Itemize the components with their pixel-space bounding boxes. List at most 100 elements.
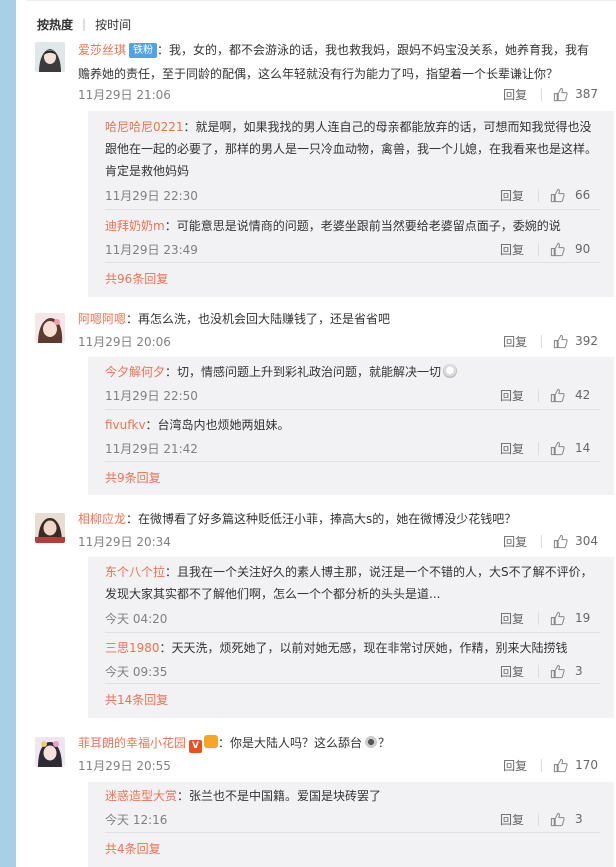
divider <box>105 683 600 684</box>
reply-meta: 11月29日 22:30 回复 66 <box>105 185 600 205</box>
reply-button[interactable]: 回复 <box>503 86 527 103</box>
reply-button[interactable]: 回复 <box>500 387 524 404</box>
comment-username[interactable]: 爱莎丝琪 <box>78 43 126 57</box>
reply-button[interactable]: 回复 <box>503 533 527 550</box>
divider <box>538 812 539 826</box>
reply-text: 迷惑造型大赏：张兰也不是中国籍。爱国是块砖罢了 <box>105 785 600 807</box>
reply-time: 今天 04:20 <box>105 611 168 626</box>
emoji-icon <box>443 364 458 378</box>
reply-meta: 11月29日 22:50 回复 42 <box>105 385 600 405</box>
like-count: 14 <box>575 441 591 455</box>
reply-username[interactable]: fivufkv <box>105 418 146 432</box>
reply-button[interactable]: 回复 <box>503 333 527 350</box>
like-button[interactable]: 66 <box>550 188 600 203</box>
comment-username[interactable]: 相柳应龙 <box>78 512 126 526</box>
thumbs-up-icon <box>550 388 565 402</box>
reply-button[interactable]: 回复 <box>500 811 524 828</box>
divider <box>105 632 600 633</box>
like-button[interactable]: 19 <box>550 611 600 626</box>
reply-username[interactable]: 东个八个拉 <box>105 565 165 579</box>
like-button[interactable]: 90 <box>550 242 600 257</box>
divider <box>538 388 539 402</box>
reply-username[interactable]: 今夕解何夕 <box>105 365 165 379</box>
comment-content: ：再怎么洗，也没机会回大陆赚钱了，还是省省吧 <box>126 312 391 326</box>
reply-username[interactable]: 迪拜奶奶m <box>105 219 165 233</box>
divider <box>105 409 600 410</box>
like-button[interactable]: 42 <box>550 388 600 403</box>
divider <box>26 0 616 1</box>
divider <box>105 461 600 462</box>
avatar[interactable] <box>35 42 65 72</box>
reply-time: 11月29日 22:30 <box>105 188 198 203</box>
sort-by-time-tab[interactable]: 按时间 <box>95 16 131 33</box>
reply-time: 11月29日 23:49 <box>105 242 198 257</box>
reply-time: 11月29日 21:42 <box>105 441 198 456</box>
comment-username[interactable]: 阿嗯阿嗯 <box>78 312 126 326</box>
reply-time: 今天 09:35 <box>105 664 168 679</box>
reply-button[interactable]: 回复 <box>500 663 524 680</box>
more-replies-link[interactable]: 共9条回复 <box>105 469 161 486</box>
comment-meta: 11月29日 20:06 回复 392 <box>78 331 598 351</box>
divider <box>538 242 539 256</box>
like-button[interactable]: 170 <box>553 758 598 773</box>
reply-content: ：天天洗，烦死她了，以前对她无感，现在非常讨厌她，作精，别来大陆捞钱 <box>159 641 568 655</box>
like-count: 90 <box>575 242 591 256</box>
more-replies-link[interactable]: 共96条回复 <box>105 270 168 287</box>
more-replies-link[interactable]: 共4条回复 <box>105 840 161 857</box>
comment-text: 相柳应龙：在微博看了好多篇这种贬低汪小菲，捧高大s的，她在微博没少花钱吧？ <box>78 507 598 531</box>
reply-button[interactable]: 回复 <box>500 610 524 627</box>
comment-username[interactable]: 菲耳朗的幸福小花园 <box>78 736 186 750</box>
thumbs-up-icon <box>550 611 565 625</box>
thumbs-up-icon <box>553 534 568 548</box>
reply-button[interactable]: 回复 <box>500 241 524 258</box>
reply-button[interactable]: 回复 <box>500 440 524 457</box>
like-button[interactable]: 387 <box>553 87 598 102</box>
comment-panel: 按热度 | 按时间 爱莎丝琪 铁粉 ：我，女的，都不会游泳的话，我也救我妈，跟妈不妈… <box>16 0 616 867</box>
reply-content: ：张兰也不是中国籍。爱国是块砖罢了 <box>177 789 382 803</box>
divider <box>541 87 543 101</box>
page-background-strip <box>0 0 16 867</box>
like-button[interactable]: 392 <box>553 334 598 349</box>
like-button[interactable]: 14 <box>550 441 600 456</box>
comment-text: 阿嗯阿嗯：再怎么洗，也没机会回大陆赚钱了，还是省省吧 <box>78 307 598 331</box>
avatar[interactable] <box>35 737 65 767</box>
reply-username[interactable]: 迷惑造型大赏 <box>105 789 177 803</box>
reply-username[interactable]: 哈尼哈尼0221 <box>105 120 184 134</box>
comment-time: 11月29日 20:55 <box>78 758 171 773</box>
like-button[interactable]: 3 <box>550 664 600 679</box>
comment-meta: 11月29日 21:06 回复 387 <box>78 84 598 104</box>
like-button[interactable]: 3 <box>550 812 600 827</box>
divider <box>541 334 543 348</box>
comment-content: ：在微博看了好多篇这种贬低汪小菲，捧高大s的，她在微博没少花钱吧？ <box>126 512 517 526</box>
sort-by-hot-tab[interactable]: 按热度 <box>37 16 73 33</box>
thumbs-up-icon <box>553 334 568 348</box>
thumbs-up-icon <box>550 188 565 202</box>
avatar[interactable] <box>35 313 65 343</box>
comment-time: 11月29日 20:34 <box>78 534 171 549</box>
divider <box>538 664 539 678</box>
like-count: 392 <box>575 334 598 348</box>
reply-button[interactable]: 回复 <box>503 757 527 774</box>
like-count: 3 <box>575 664 583 678</box>
reply-content: ：台湾岛内也烦她两姐妹。 <box>145 418 290 432</box>
reply-text: 迪拜奶奶m：可能意思是说情商的问题，老婆坐跟前当然要给老婆留点面子，委婉的说 <box>105 215 600 237</box>
reply-box: 东个八个拉：且我在一个关注好久的素人博主那，说汪是一个不错的人，大S不了解不评价… <box>88 557 614 718</box>
avatar[interactable] <box>35 513 65 543</box>
reply-button[interactable]: 回复 <box>500 187 524 204</box>
like-count: 304 <box>575 534 598 548</box>
fan-badge[interactable]: 铁粉 <box>129 43 158 58</box>
more-replies-link[interactable]: 共14条回复 <box>105 691 168 708</box>
divider <box>538 188 539 202</box>
reply-meta: 今天 12:16 回复 3 <box>105 809 600 829</box>
like-count: 42 <box>575 388 591 402</box>
like-count: 19 <box>575 611 591 625</box>
reply-meta: 今天 04:20 回复 19 <box>105 608 600 628</box>
comment-content: ：你是大陆人吗？这么舔台 <box>218 736 363 750</box>
reply-username[interactable]: 三思1980 <box>105 641 160 655</box>
thumbs-up-icon <box>550 242 565 256</box>
reply-meta: 11月29日 23:49 回复 90 <box>105 239 600 259</box>
like-count: 66 <box>575 188 591 202</box>
reply-box: 迷惑造型大赏：张兰也不是中国籍。爱国是块砖罢了 今天 12:16 回复 3 共4… <box>88 782 614 867</box>
like-button[interactable]: 304 <box>553 534 598 549</box>
thumbs-up-icon <box>550 812 565 826</box>
